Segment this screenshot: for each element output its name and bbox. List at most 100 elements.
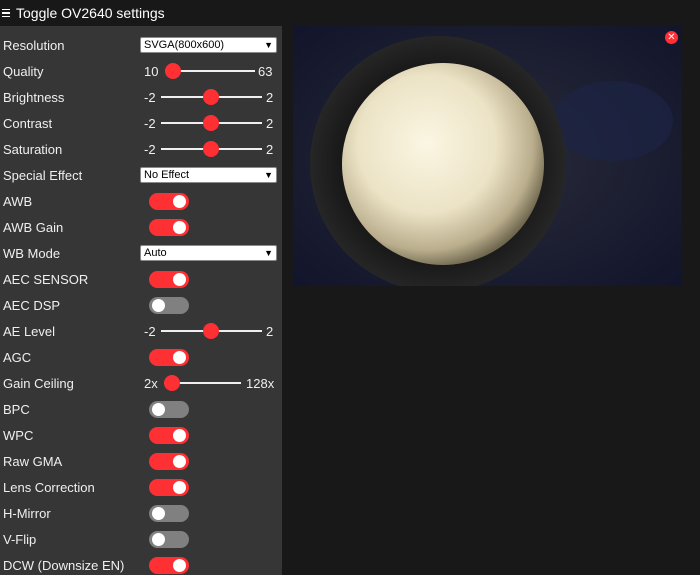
gain-ceiling-min: 2x <box>144 375 158 391</box>
toggle-knob <box>173 559 186 572</box>
wb-mode-select[interactable]: Auto ▼ <box>140 245 277 261</box>
chevron-down-icon: ▼ <box>264 248 273 258</box>
toggle-knob <box>173 455 186 468</box>
bpc-toggle[interactable] <box>149 401 189 418</box>
resolution-row: Resolution SVGA(800x600) ▼ <box>0 32 282 58</box>
agc-toggle[interactable] <box>149 349 189 366</box>
awb-label: AWB <box>3 193 33 209</box>
camera-stream-image <box>293 26 682 286</box>
contrast-max: 2 <box>266 115 274 131</box>
toggle-knob <box>152 403 165 416</box>
special-effect-row: Special Effect No Effect ▼ <box>0 162 282 188</box>
saturation-label: Saturation <box>3 141 63 157</box>
toggle-knob <box>173 429 186 442</box>
brightness-slider-thumb[interactable] <box>203 89 219 105</box>
special-effect-value: No Effect <box>144 169 190 181</box>
aec-dsp-toggle[interactable] <box>149 297 189 314</box>
ae-level-label: AE Level <box>3 323 56 339</box>
raw-gma-toggle[interactable] <box>149 453 189 470</box>
h-mirror-toggle[interactable] <box>149 505 189 522</box>
toggle-knob <box>152 507 165 520</box>
toggle-settings-label[interactable]: Toggle OV2640 settings <box>16 5 165 21</box>
toggle-knob <box>173 481 186 494</box>
v-flip-label: V-Flip <box>3 531 37 547</box>
dcw-label: DCW (Downsize EN) <box>3 557 125 573</box>
wpc-row: WPC <box>0 422 282 448</box>
chevron-down-icon: ▼ <box>264 40 273 50</box>
bpc-row: BPC <box>0 396 282 422</box>
quality-max: 63 <box>258 63 273 79</box>
contrast-slider-thumb[interactable] <box>203 115 219 131</box>
awb-gain-label: AWB Gain <box>3 219 64 235</box>
contrast-min: -2 <box>144 115 156 131</box>
wb-mode-value: Auto <box>144 247 167 259</box>
quality-slider-track[interactable] <box>171 70 255 72</box>
camera-frame-image <box>293 26 682 286</box>
brightness-min: -2 <box>144 89 156 105</box>
saturation-min: -2 <box>144 141 156 157</box>
v-flip-row: V-Flip <box>0 526 282 552</box>
quality-slider-thumb[interactable] <box>165 63 181 79</box>
aec-sensor-label: AEC SENSOR <box>3 271 89 287</box>
quality-min: 10 <box>144 63 159 79</box>
contrast-row: Contrast -2 2 <box>0 110 282 136</box>
toggle-knob <box>173 221 186 234</box>
toggle-knob <box>173 351 186 364</box>
lens-correction-label: Lens Correction <box>3 479 95 495</box>
close-icon[interactable]: ✕ <box>665 31 678 44</box>
chevron-down-icon: ▼ <box>264 170 273 180</box>
aec-dsp-row: AEC DSP <box>0 292 282 318</box>
raw-gma-row: Raw GMA <box>0 448 282 474</box>
saturation-slider-thumb[interactable] <box>203 141 219 157</box>
wb-mode-row: WB Mode Auto ▼ <box>0 240 282 266</box>
agc-row: AGC <box>0 344 282 370</box>
gain-ceiling-max: 128x <box>246 375 275 391</box>
aec-dsp-label: AEC DSP <box>3 297 61 313</box>
settings-sidebar: Resolution SVGA(800x600) ▼ Quality 10 63… <box>0 26 282 575</box>
awb-row: AWB <box>0 188 282 214</box>
special-effect-label: Special Effect <box>3 167 83 183</box>
saturation-row: Saturation -2 2 <box>0 136 282 162</box>
v-flip-toggle[interactable] <box>149 531 189 548</box>
toggle-knob <box>152 299 165 312</box>
brightness-max: 2 <box>266 89 274 105</box>
dcw-toggle[interactable] <box>149 557 189 574</box>
toggle-knob <box>173 195 186 208</box>
wb-mode-label: WB Mode <box>3 245 61 261</box>
awb-gain-row: AWB Gain <box>0 214 282 240</box>
special-effect-select[interactable]: No Effect ▼ <box>140 167 277 183</box>
wpc-toggle[interactable] <box>149 427 189 444</box>
brightness-label: Brightness <box>3 89 65 105</box>
aec-sensor-row: AEC SENSOR <box>0 266 282 292</box>
lens-correction-row: Lens Correction <box>0 474 282 500</box>
hamburger-icon[interactable] <box>2 8 10 18</box>
toggle-knob <box>152 533 165 546</box>
gain-ceiling-slider-thumb[interactable] <box>164 375 180 391</box>
h-mirror-row: H-Mirror <box>0 500 282 526</box>
ae-level-slider-thumb[interactable] <box>203 323 219 339</box>
toggle-knob <box>173 273 186 286</box>
aec-sensor-toggle[interactable] <box>149 271 189 288</box>
top-bar: Toggle OV2640 settings <box>0 0 700 26</box>
saturation-max: 2 <box>266 141 274 157</box>
wpc-label: WPC <box>3 427 34 443</box>
resolution-value: SVGA(800x600) <box>144 39 225 51</box>
contrast-label: Contrast <box>3 115 53 131</box>
awb-toggle[interactable] <box>149 193 189 210</box>
lens-correction-toggle[interactable] <box>149 479 189 496</box>
brightness-row: Brightness -2 2 <box>0 84 282 110</box>
ae-level-row: AE Level -2 2 <box>0 318 282 344</box>
resolution-label: Resolution <box>3 37 65 53</box>
quality-row: Quality 10 63 <box>0 58 282 84</box>
agc-label: AGC <box>3 349 32 365</box>
gain-ceiling-row: Gain Ceiling 2x 128x <box>0 370 282 396</box>
awb-gain-toggle[interactable] <box>149 219 189 236</box>
ae-level-min: -2 <box>144 323 156 339</box>
quality-label: Quality <box>3 63 44 79</box>
raw-gma-label: Raw GMA <box>3 453 63 469</box>
gain-ceiling-label: Gain Ceiling <box>3 375 74 391</box>
resolution-select[interactable]: SVGA(800x600) ▼ <box>140 37 277 53</box>
dcw-row: DCW (Downsize EN) <box>0 552 282 575</box>
bpc-label: BPC <box>3 401 30 417</box>
ae-level-max: 2 <box>266 323 274 339</box>
